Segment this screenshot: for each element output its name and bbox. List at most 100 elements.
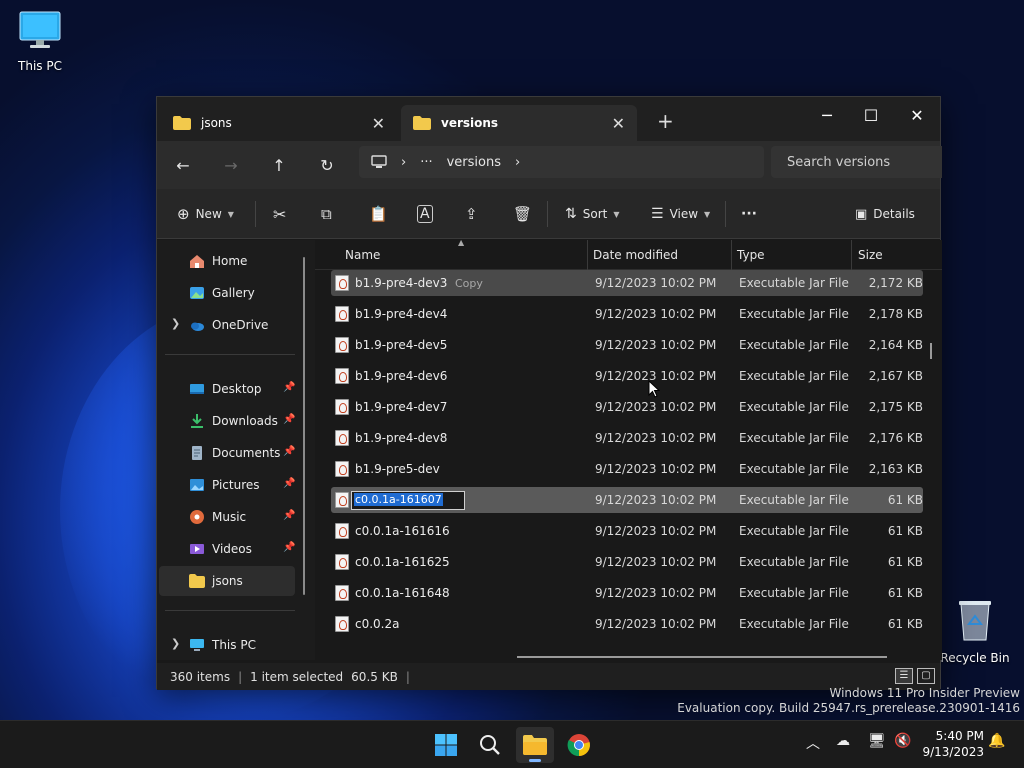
sidebar-item-music[interactable]: Music 📌	[159, 502, 295, 532]
vertical-scrollbar[interactable]	[930, 343, 932, 359]
file-row[interactable]: b1.9-pre4-dev3 Copy 9/12/2023 10:02 PM E…	[331, 270, 923, 296]
scissors-icon: ✂	[273, 204, 287, 224]
sidebar-item-downloads[interactable]: Downloads 📌	[159, 406, 295, 436]
maximize-button[interactable]: ☐	[848, 101, 894, 129]
clock-time: 5:40 PM	[935, 729, 984, 743]
sidebar-item-this-pc[interactable]: ❯ This PC	[159, 630, 295, 660]
column-divider[interactable]	[587, 240, 588, 270]
sidebar-item-onedrive[interactable]: ❯ OneDrive	[159, 310, 295, 340]
sidebar-item-videos[interactable]: Videos 📌	[159, 534, 295, 564]
file-name: b1.9-pre4-dev7	[355, 400, 448, 414]
search-input[interactable]: Search versions	[771, 146, 942, 178]
file-row[interactable]: c0.0.1a-161648 9/12/2023 10:02 PM Execut…	[331, 580, 923, 606]
file-explorer-icon	[523, 735, 547, 755]
tab-versions[interactable]: versions ✕	[401, 105, 637, 141]
close-tab-icon[interactable]: ✕	[612, 114, 625, 133]
sidebar-item-gallery[interactable]: Gallery	[159, 278, 295, 308]
view-button[interactable]: ☰ View ▼	[651, 201, 710, 227]
back-button[interactable]: ←	[169, 151, 197, 179]
jar-file-icon	[335, 523, 349, 539]
taskbar-chrome[interactable]	[560, 727, 598, 763]
plus-circle-icon: ⊕	[177, 205, 190, 223]
file-date: 9/12/2023 10:02 PM	[595, 524, 717, 538]
sidebar-item-home[interactable]: Home	[159, 246, 295, 276]
volume-muted-icon[interactable]: 🔇	[894, 733, 911, 749]
new-tab-icon[interactable]: +	[657, 109, 674, 133]
file-row[interactable]: b1.9-pre4-dev7 9/12/2023 10:02 PM Execut…	[331, 394, 923, 420]
pin-icon: 📌	[283, 478, 296, 489]
rename-input[interactable]: c0.0.1a-161607	[351, 491, 465, 510]
address-bar[interactable]: › ··· versions ›	[359, 146, 764, 178]
close-tab-icon[interactable]: ✕	[372, 114, 385, 133]
taskbar-file-explorer[interactable]	[516, 727, 554, 763]
desktop-icon-this-pc[interactable]: This PC	[0, 10, 80, 73]
sidebar-item-jsons[interactable]: jsons	[159, 566, 295, 596]
search-button[interactable]	[471, 727, 509, 763]
refresh-button[interactable]: ↻	[313, 151, 341, 179]
chevron-right-icon[interactable]: ❯	[171, 637, 180, 650]
cut-button[interactable]: ✂	[273, 201, 286, 227]
column-header-date[interactable]: Date modified	[593, 248, 678, 262]
copy-button[interactable]: ⧉	[321, 201, 332, 227]
sidebar-item-pictures[interactable]: Pictures 📌	[159, 470, 295, 500]
forward-button[interactable]: →	[217, 151, 245, 179]
file-size: 2,176 KB	[868, 431, 923, 445]
music-icon	[190, 510, 204, 524]
jar-file-icon	[335, 492, 349, 508]
sort-icon: ⇅	[565, 206, 577, 222]
more-icon: ···	[741, 206, 757, 222]
rename-button[interactable]: A	[417, 201, 433, 227]
file-row-selected[interactable]: c0.0.1a-161607 9/12/2023 10:02 PM Execut…	[331, 487, 923, 513]
drag-copy-hint: Copy	[455, 277, 483, 290]
sidebar-divider	[165, 354, 295, 355]
column-header-type[interactable]: Type	[737, 248, 765, 262]
clock-date: 9/13/2023	[922, 745, 984, 759]
file-row[interactable]: b1.9-pre5-dev 9/12/2023 10:02 PM Executa…	[331, 456, 923, 482]
column-divider[interactable]	[851, 240, 852, 270]
tab-jsons[interactable]: jsons ✕	[161, 105, 397, 141]
system-clock[interactable]: 5:40 PM 9/13/2023	[918, 728, 984, 760]
up-button[interactable]: ↑	[265, 151, 293, 179]
details-view-toggle[interactable]: ☰	[895, 668, 913, 684]
details-pane-button[interactable]: ▣ Details	[855, 201, 915, 227]
sidebar-item-documents[interactable]: Documents 📌	[159, 438, 295, 468]
tiles-view-toggle[interactable]: ▢	[917, 668, 935, 684]
sidebar-scrollbar[interactable]	[303, 257, 305, 595]
column-header-size[interactable]: Size	[858, 248, 883, 262]
file-row[interactable]: c0.0.1a-161616 9/12/2023 10:02 PM Execut…	[331, 518, 923, 544]
delete-button[interactable]: 🗑	[513, 201, 532, 227]
more-options-button[interactable]: ···	[741, 201, 757, 227]
notification-bell-icon[interactable]: 🔔	[988, 733, 1005, 749]
column-header-name[interactable]: Name	[345, 248, 380, 262]
network-icon[interactable]: 🖥	[868, 733, 886, 749]
sidebar-item-label: Downloads	[212, 414, 278, 428]
file-row[interactable]: b1.9-pre4-dev4 9/12/2023 10:02 PM Execut…	[331, 301, 923, 327]
file-name: c0.0.1a-161625	[355, 555, 450, 569]
sort-caret-icon: ▲	[458, 238, 465, 247]
horizontal-scrollbar[interactable]	[517, 656, 887, 658]
share-button[interactable]: ⇪	[465, 201, 478, 227]
column-divider[interactable]	[731, 240, 732, 270]
show-hidden-icons-chevron[interactable]: ︿	[806, 733, 820, 753]
file-row[interactable]: c0.0.1a-161625 9/12/2023 10:02 PM Execut…	[331, 549, 923, 575]
file-row[interactable]: b1.9-pre4-dev8 9/12/2023 10:02 PM Execut…	[331, 425, 923, 451]
this-pc-icon	[190, 639, 204, 651]
close-window-button[interactable]: ✕	[894, 101, 940, 129]
paste-button[interactable]: 📋	[369, 201, 388, 227]
sidebar-item-desktop[interactable]: Desktop 📌	[159, 374, 295, 404]
folder-icon	[413, 116, 431, 130]
file-row[interactable]: b1.9-pre4-dev6 9/12/2023 10:02 PM Execut…	[331, 363, 923, 389]
sort-button[interactable]: ⇅ Sort ▼	[565, 201, 620, 227]
breadcrumb-versions[interactable]: versions	[447, 155, 501, 170]
onedrive-tray-icon[interactable]: ☁	[836, 733, 850, 749]
desktop-icon-recycle-bin[interactable]: Recycle Bin	[935, 598, 1015, 665]
pin-icon: 📌	[283, 510, 296, 521]
file-row[interactable]: b1.9-pre4-dev5 9/12/2023 10:02 PM Execut…	[331, 332, 923, 358]
new-button[interactable]: ⊕ New ▼	[177, 201, 234, 227]
chevron-right-icon[interactable]: ❯	[171, 317, 180, 330]
minimize-button[interactable]: ─	[804, 101, 850, 129]
start-button[interactable]	[427, 727, 465, 763]
file-row[interactable]: c0.0.2a 9/12/2023 10:02 PM Executable Ja…	[331, 611, 923, 637]
breadcrumb-overflow[interactable]: ···	[420, 155, 432, 170]
documents-icon	[192, 446, 202, 460]
